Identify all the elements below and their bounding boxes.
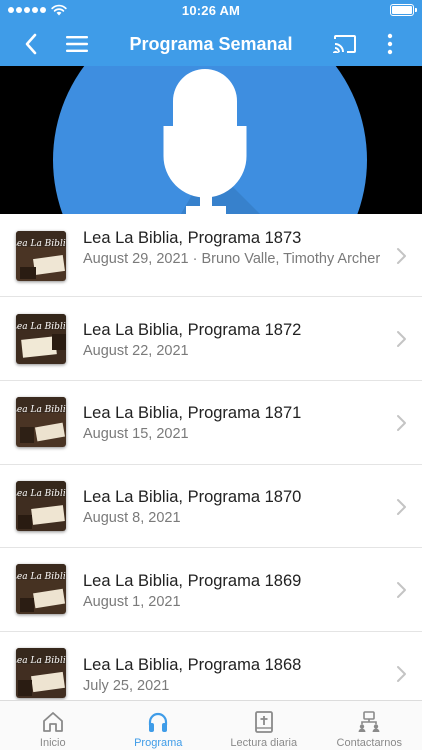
list-item[interactable]: Lea La Biblia Lea La Biblia, Programa 18… bbox=[0, 297, 422, 381]
episode-subtitle: August 8, 2021 bbox=[83, 510, 181, 526]
episode-subtitle: August 22, 2021 bbox=[83, 343, 189, 359]
episode-subtitle: August 29, 2021 · Bruno Valle, Timothy A… bbox=[83, 251, 381, 267]
more-vertical-icon bbox=[387, 33, 393, 55]
chevron-right-icon bbox=[397, 666, 406, 682]
episode-thumbnail: Lea La Biblia bbox=[16, 314, 66, 364]
status-bar: 10:26 AM bbox=[0, 0, 422, 22]
episode-title: Lea La Biblia, Programa 1873 bbox=[83, 229, 302, 247]
list-item[interactable]: Lea La Biblia Lea La Biblia, Programa 18… bbox=[0, 381, 422, 465]
chevron-right-icon bbox=[397, 415, 406, 431]
svg-text:Lea La Biblia: Lea La Biblia bbox=[16, 322, 66, 332]
svg-text:Lea La Biblia: Lea La Biblia bbox=[16, 239, 66, 249]
microphone-icon bbox=[53, 66, 367, 214]
tab-label: Contactarnos bbox=[336, 737, 402, 749]
list-item[interactable]: Lea La Biblia Lea La Biblia, Programa 18… bbox=[0, 214, 422, 297]
tab-contactarnos[interactable]: Contactarnos bbox=[317, 701, 422, 750]
tab-label: Inicio bbox=[39, 737, 66, 749]
tab-programa[interactable]: Programa bbox=[106, 701, 212, 750]
status-time: 10:26 AM bbox=[181, 3, 241, 18]
episode-subtitle: August 1, 2021 bbox=[83, 594, 181, 610]
list-item[interactable]: Lea La Biblia Lea La Biblia, Programa 18… bbox=[0, 465, 422, 548]
list-item[interactable]: Lea La Biblia Lea La Biblia, Programa 18… bbox=[0, 632, 422, 700]
tab-bar: Inicio Programa Lectura diaria Contactar… bbox=[0, 700, 422, 750]
home-icon bbox=[42, 712, 63, 732]
episode-thumbnail: Lea La Biblia bbox=[16, 564, 66, 614]
svg-text:Lea La Biblia: Lea La Biblia bbox=[16, 489, 66, 499]
cast-button[interactable] bbox=[328, 22, 362, 66]
bible-icon bbox=[254, 711, 273, 733]
page-title: Programa Semanal bbox=[129, 34, 293, 54]
episode-thumbnail: Lea La Biblia bbox=[16, 648, 66, 698]
svg-text:Lea La Biblia: Lea La Biblia bbox=[16, 572, 66, 582]
episode-subtitle: August 15, 2021 bbox=[83, 426, 189, 442]
episode-thumbnail: Lea La Biblia bbox=[16, 231, 66, 281]
tab-inicio[interactable]: Inicio bbox=[0, 701, 106, 750]
chevron-left-icon bbox=[25, 33, 37, 55]
navigation-bar: Programa Semanal bbox=[0, 22, 422, 66]
episode-title: Lea La Biblia, Programa 1871 bbox=[83, 404, 302, 422]
more-options-button[interactable] bbox=[376, 22, 404, 66]
episode-thumbnail: Lea La Biblia bbox=[16, 397, 66, 447]
headphones-icon bbox=[149, 712, 168, 732]
hamburger-menu-icon bbox=[66, 36, 88, 52]
svg-text:Lea La Biblia: Lea La Biblia bbox=[16, 405, 66, 415]
tab-label: Lectura diaria bbox=[230, 737, 298, 749]
episode-thumbnail: Lea La Biblia bbox=[16, 481, 66, 531]
episode-list: Lea La Biblia Lea La Biblia, Programa 18… bbox=[0, 214, 422, 700]
chevron-right-icon bbox=[397, 499, 406, 515]
tab-label: Programa bbox=[134, 737, 183, 749]
chevron-right-icon bbox=[397, 248, 406, 264]
episode-title: Lea La Biblia, Programa 1872 bbox=[83, 321, 302, 339]
hero-banner bbox=[0, 66, 422, 214]
episode-subtitle: July 25, 2021 bbox=[83, 678, 170, 694]
list-item[interactable]: Lea La Biblia Lea La Biblia, Programa 18… bbox=[0, 548, 422, 632]
tab-lectura-diaria[interactable]: Lectura diaria bbox=[211, 701, 317, 750]
episode-title: Lea La Biblia, Programa 1870 bbox=[83, 488, 302, 506]
svg-text:Lea La Biblia: Lea La Biblia bbox=[16, 656, 66, 666]
contact-icon bbox=[358, 711, 380, 732]
cast-icon bbox=[333, 35, 356, 53]
chevron-right-icon bbox=[397, 331, 406, 347]
episode-title: Lea La Biblia, Programa 1869 bbox=[83, 572, 302, 590]
back-button[interactable] bbox=[14, 22, 48, 66]
battery-icon bbox=[390, 4, 417, 16]
chevron-right-icon bbox=[397, 582, 406, 598]
menu-button[interactable] bbox=[60, 22, 94, 66]
episode-title: Lea La Biblia, Programa 1868 bbox=[83, 656, 302, 674]
